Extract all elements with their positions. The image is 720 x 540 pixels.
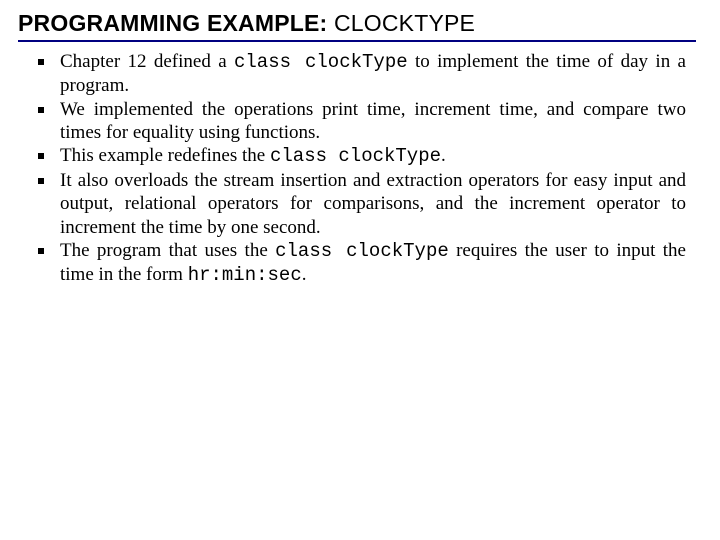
text: .	[441, 145, 446, 166]
list-item: The program that uses the class clockTyp…	[38, 239, 686, 288]
code: class clockType	[275, 240, 449, 262]
list-item: We implemented the operations print time…	[38, 98, 686, 145]
list-item: This example redefines the class clockTy…	[38, 144, 686, 168]
text: The program that uses the	[60, 240, 275, 261]
text: We implemented the operations print time…	[60, 99, 686, 143]
code: class clockType	[270, 145, 441, 167]
title-plain: CLOCKTYPE	[334, 10, 475, 36]
code: class clockType	[234, 51, 408, 73]
text: Chapter 12 defined a	[60, 51, 234, 72]
slide-title: PROGRAMMING EXAMPLE: CLOCKTYPE	[18, 10, 696, 42]
list-item: It also overloads the stream insertion a…	[38, 169, 686, 239]
list-item: Chapter 12 defined a class clockType to …	[38, 50, 686, 98]
slide: PROGRAMMING EXAMPLE: CLOCKTYPE Chapter 1…	[0, 0, 720, 540]
title-bold: PROGRAMMING EXAMPLE:	[18, 10, 334, 36]
code: hr:min:sec	[188, 264, 302, 286]
text: .	[302, 264, 307, 285]
bullet-list: Chapter 12 defined a class clockType to …	[18, 50, 696, 288]
text: It also overloads the stream insertion a…	[60, 170, 686, 238]
text: This example redefines the	[60, 145, 270, 166]
